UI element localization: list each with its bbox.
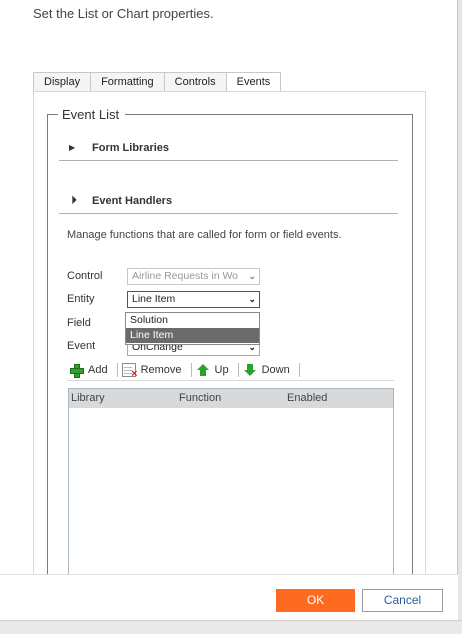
column-header-function[interactable]: Function [177, 389, 285, 408]
chevron-down-icon: ⌄ [248, 271, 256, 281]
move-up-button-label: Up [214, 364, 229, 376]
background-edge [458, 0, 462, 634]
event-handlers-description: Manage functions that are called for for… [67, 229, 342, 241]
field-label: Field [67, 317, 91, 329]
caret-right-icon: ▶ [69, 143, 76, 152]
tab-controls[interactable]: Controls [163, 72, 226, 92]
background-edge [0, 620, 462, 634]
tab-formatting[interactable]: Formatting [90, 72, 164, 92]
cancel-button[interactable]: Cancel [362, 589, 443, 612]
remove-button-label: Remove [140, 364, 182, 376]
properties-dialog: Set the List or Chart properties. Displa… [0, 0, 458, 620]
tab-bar: Display Formatting Controls Events [33, 72, 282, 92]
caret-down-icon: ◢ [66, 194, 78, 205]
entity-dropdown-list: Solution Line Item [125, 312, 260, 345]
toolbar-separator [237, 363, 239, 377]
event-handlers-label: Event Handlers [92, 195, 173, 207]
dialog-footer: OK Cancel [0, 574, 458, 620]
entity-select-value: Line Item [132, 293, 176, 305]
dialog-description: Set the List or Chart properties. [33, 6, 214, 21]
event-label: Event [67, 340, 96, 352]
move-down-button-label: Down [261, 364, 290, 376]
handlers-table[interactable]: Library Function Enabled [68, 388, 394, 585]
move-down-button[interactable]: Down [241, 361, 297, 379]
add-button-label: Add [88, 364, 108, 376]
column-header-library[interactable]: Library [69, 389, 177, 408]
arrow-down-icon [243, 363, 257, 377]
event-handlers-header[interactable]: ◢ Event Handlers [59, 193, 398, 214]
event-list-legend: Event List [58, 107, 126, 122]
move-up-button[interactable]: Up [194, 361, 236, 379]
entity-label: Entity [67, 293, 95, 305]
event-list-fieldset: Event List ▶ Form Libraries ◢ Event Hand… [47, 107, 413, 585]
events-tab-panel: Event List ▶ Form Libraries ◢ Event Hand… [33, 91, 426, 620]
add-button[interactable]: Add [67, 361, 115, 379]
handlers-toolbar: Add Remove Up Down [67, 360, 394, 381]
control-select-value: Airline Requests in Wo [132, 270, 239, 282]
remove-button[interactable]: Remove [120, 361, 189, 380]
ok-button[interactable]: OK [276, 589, 355, 612]
remove-icon [121, 363, 138, 380]
toolbar-separator [116, 363, 118, 377]
arrow-up-icon [196, 363, 210, 377]
entity-select[interactable]: Line Item ⌄ [127, 291, 260, 308]
column-header-enabled[interactable]: Enabled [285, 389, 393, 408]
toolbar-separator [298, 363, 300, 377]
add-icon [69, 363, 84, 378]
toolbar-separator [190, 363, 192, 377]
dropdown-option-solution[interactable]: Solution [126, 313, 259, 328]
dropdown-option-line-item[interactable]: Line Item [126, 328, 259, 343]
form-libraries-header[interactable]: ▶ Form Libraries [59, 140, 398, 161]
control-select: Airline Requests in Wo ⌄ [127, 268, 260, 285]
form-libraries-label: Form Libraries [92, 142, 170, 154]
chevron-down-icon: ⌄ [248, 294, 256, 304]
tab-display[interactable]: Display [33, 72, 91, 92]
table-header: Library Function Enabled [69, 389, 393, 408]
control-label: Control [67, 270, 103, 282]
tab-events[interactable]: Events [225, 72, 282, 92]
